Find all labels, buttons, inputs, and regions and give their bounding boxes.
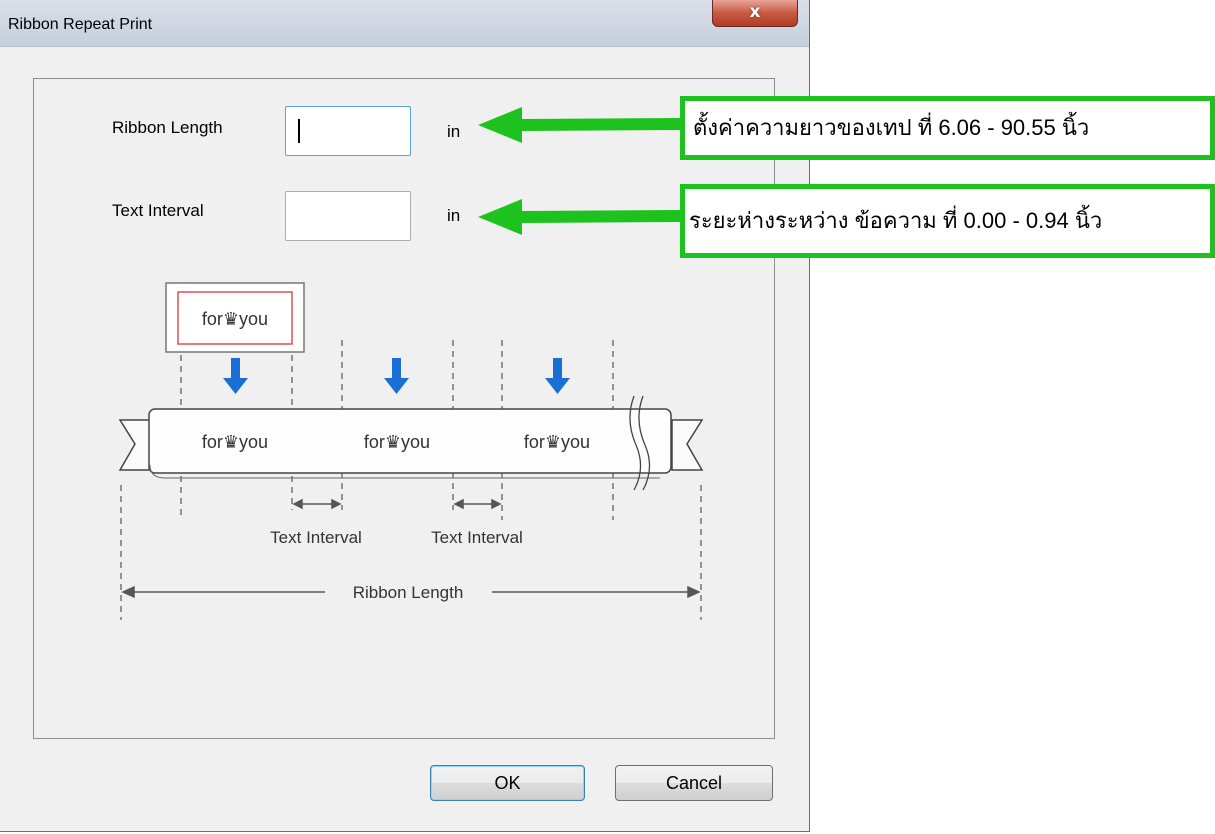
text-interval-annotation-text: ระยะห่างระหว่าง ข้อความ ที่ 0.00 - 0.94 … [689, 208, 1103, 233]
green-arrows [478, 107, 682, 235]
text-interval-annotation: ระยะห่างระหว่าง ข้อความ ที่ 0.00 - 0.94 … [680, 184, 1215, 258]
arrow-left-icon [478, 107, 682, 143]
ribbon-length-annotation-text: ตั้งค่าความยาวของเทป ที่ 6.06 - 90.55 นิ… [693, 115, 1090, 140]
ribbon-length-annotation: ตั้งค่าความยาวของเทป ที่ 6.06 - 90.55 นิ… [680, 96, 1215, 160]
arrow-left-icon [478, 199, 682, 235]
